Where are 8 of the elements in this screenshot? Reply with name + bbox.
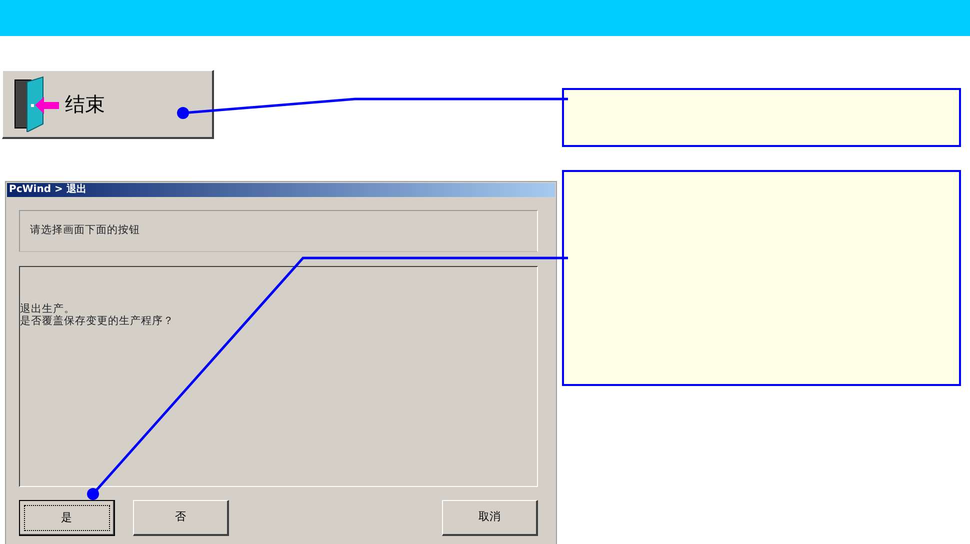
- exit-button[interactable]: 结束: [2, 70, 214, 139]
- prompt-text: 请选择画面下面的按钮: [30, 223, 140, 238]
- dialog-button[interactable]: 是: [19, 500, 115, 536]
- message-text: 退出生产。: [20, 303, 75, 315]
- message-text: 是否覆盖保存变更的生产程序？: [20, 315, 174, 327]
- dialog-button[interactable]: 取消: [442, 500, 538, 536]
- dialog-button[interactable]: 否: [133, 500, 229, 536]
- window-title: PcWind > 退出: [7, 183, 555, 197]
